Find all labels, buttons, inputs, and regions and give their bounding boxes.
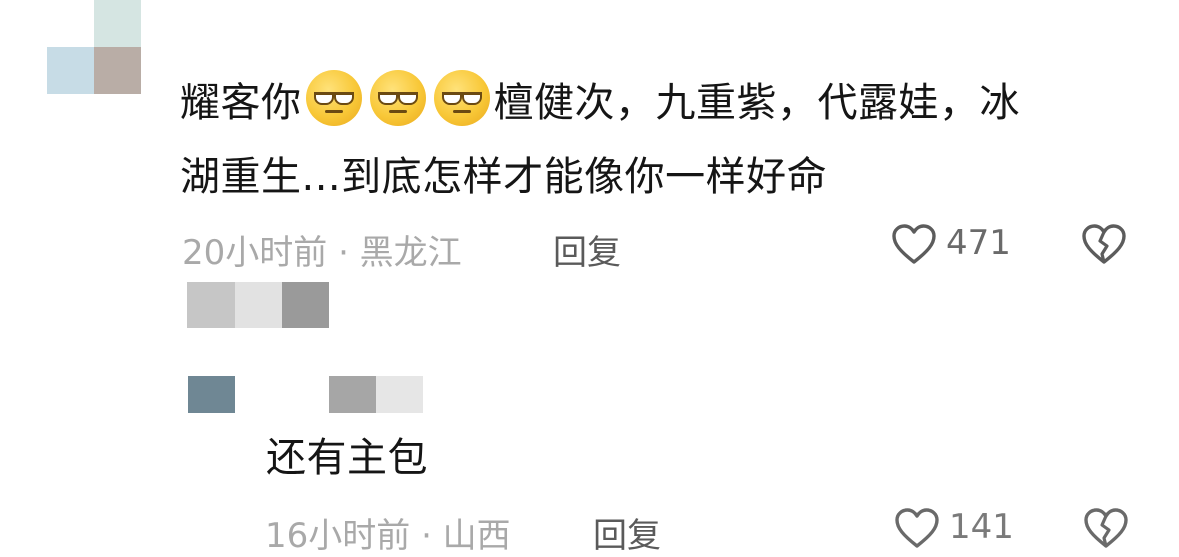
expand-replies-mosaic[interactable] xyxy=(187,282,329,328)
reply-text: 还有主包 xyxy=(266,435,428,481)
comment-text: 耀客你 檀健次，九重紫，代露娃，冰 湖重生...到底怎样才能像你一样好命 xyxy=(180,66,1140,214)
avatar[interactable] xyxy=(47,0,141,94)
reply-reply-button[interactable]: 回复 xyxy=(593,508,661,557)
broken-heart-icon xyxy=(1082,224,1126,264)
broken-heart-icon xyxy=(1084,508,1128,548)
heart-icon xyxy=(895,508,939,548)
reply-dislike-button[interactable] xyxy=(1082,506,1130,548)
reply-like-button[interactable]: 141 xyxy=(893,506,1023,548)
reply-meta: 16小时前 · 山西 xyxy=(265,516,511,556)
comment-meta: 20小时前 · 黑龙江 xyxy=(182,233,462,273)
unamused-emoji-icon xyxy=(369,70,426,126)
reply-button[interactable]: 回复 xyxy=(553,225,621,274)
comment-line-1: 耀客你 檀健次，九重紫，代露娃，冰 xyxy=(180,66,1140,140)
reply-username-mosaic[interactable] xyxy=(329,376,423,413)
dislike-button[interactable] xyxy=(1080,222,1128,268)
like-button[interactable]: 471 xyxy=(890,222,1020,268)
unamused-emoji-icon xyxy=(433,70,490,126)
comment-line-2: 湖重生...到底怎样才能像你一样好命 xyxy=(180,154,828,200)
like-count: 471 xyxy=(946,223,1011,263)
reply-like-count: 141 xyxy=(949,507,1014,547)
unamused-emoji-icon xyxy=(305,70,362,126)
heart-icon xyxy=(892,224,936,264)
reply-avatar[interactable] xyxy=(188,376,235,413)
